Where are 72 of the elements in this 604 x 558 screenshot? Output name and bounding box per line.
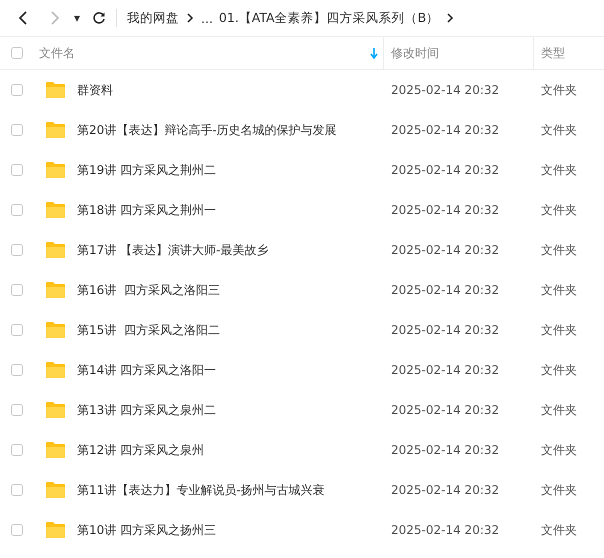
folder-icon — [45, 281, 66, 299]
modified-time: 2025-02-14 20:32 — [390, 363, 500, 377]
folder-icon — [45, 321, 66, 339]
file-type: 文件夹 — [540, 442, 578, 458]
modified-time: 2025-02-14 20:32 — [390, 203, 500, 217]
folder-icon — [45, 481, 66, 499]
column-header[interactable]: 类型 — [541, 44, 604, 62]
file-type: 文件夹 — [540, 242, 578, 258]
row-checkbox[interactable] — [11, 364, 23, 376]
folder-icon — [45, 121, 66, 139]
select-all-checkbox[interactable] — [11, 47, 23, 59]
row-checkbox[interactable] — [11, 324, 23, 336]
modified-time: 2025-02-14 20:32 — [390, 283, 500, 297]
row-checkbox[interactable] — [11, 524, 23, 536]
breadcrumb-item[interactable]: ... — [201, 10, 213, 26]
column-header[interactable]: 修改时间 — [391, 44, 533, 62]
sort-arrow-icon[interactable] — [370, 48, 378, 58]
row-checkbox[interactable] — [11, 284, 23, 296]
row-checkbox[interactable] — [11, 124, 23, 136]
row-checkbox[interactable] — [11, 484, 23, 496]
modified-time: 2025-02-14 20:32 — [390, 163, 500, 177]
modified-time: 2025-02-14 20:32 — [390, 483, 500, 497]
file-type: 文件夹 — [540, 82, 578, 98]
folder-icon — [45, 361, 66, 379]
folder-icon — [45, 201, 66, 219]
file-name[interactable]: 第15讲 四方采风之洛阳二 — [77, 322, 220, 338]
file-name[interactable]: 群资料 — [77, 82, 113, 98]
file-type: 文件夹 — [540, 522, 578, 538]
file-name[interactable]: 第16讲 四方采风之洛阳三 — [77, 282, 220, 298]
file-type: 文件夹 — [540, 322, 578, 338]
modified-time: 2025-02-14 20:32 — [390, 323, 500, 337]
file-name[interactable]: 第19讲 四方采风之荆州二 — [77, 162, 216, 178]
modified-time: 2025-02-14 20:32 — [390, 243, 500, 257]
chevron-icon — [445, 12, 456, 24]
row-checkbox[interactable] — [11, 164, 23, 176]
row-checkbox[interactable] — [11, 244, 23, 256]
column-header[interactable]: 文件名 — [39, 44, 370, 62]
file-type: 文件夹 — [540, 202, 578, 218]
file-name[interactable]: 第10讲 四方采风之扬州三 — [77, 522, 216, 538]
file-name[interactable]: 第20讲【表达】辩论高手-历史名城的保护与发展 — [77, 122, 337, 138]
folder-icon — [45, 441, 66, 459]
file-type: 文件夹 — [540, 122, 578, 138]
file-name[interactable]: 第14讲 四方采风之洛阳一 — [77, 362, 216, 378]
folder-icon — [45, 81, 66, 99]
file-type: 文件夹 — [540, 482, 578, 498]
breadcrumb-item[interactable]: 01.【ATA全素养】四方采风系列（B） — [218, 10, 440, 26]
chevron-icon — [185, 12, 195, 24]
file-name[interactable]: 第12讲 四方采风之泉州 — [77, 442, 204, 458]
breadcrumb-item[interactable]: 我的网盘 — [127, 10, 179, 26]
file-type: 文件夹 — [540, 362, 578, 378]
row-checkbox[interactable] — [11, 444, 23, 456]
row-checkbox[interactable] — [11, 204, 23, 216]
folder-icon — [45, 401, 66, 419]
modified-time: 2025-02-14 20:32 — [390, 83, 500, 97]
file-type: 文件夹 — [540, 282, 578, 298]
file-name[interactable]: 第13讲 四方采风之泉州二 — [77, 402, 216, 418]
folder-icon — [45, 521, 66, 539]
refresh-icon[interactable] — [92, 11, 106, 25]
folder-icon — [45, 161, 66, 179]
file-name[interactable]: 第18讲 四方采风之荆州一 — [77, 202, 216, 218]
file-type: 文件夹 — [540, 162, 578, 178]
file-name[interactable]: 第17讲 【表达】演讲大师-最美故乡 — [77, 242, 268, 258]
modified-time: 2025-02-14 20:32 — [390, 403, 500, 417]
modified-time: 2025-02-14 20:32 — [390, 523, 500, 537]
modified-time: 2025-02-14 20:32 — [390, 443, 500, 457]
modified-time: 2025-02-14 20:32 — [390, 123, 500, 137]
row-checkbox[interactable] — [11, 404, 23, 416]
history-dropdown[interactable]: ▾ — [70, 8, 84, 28]
folder-icon — [45, 241, 66, 259]
row-checkbox[interactable] — [11, 84, 23, 96]
file-name[interactable]: 第11讲【表达力】专业解说员-扬州与古城兴衰 — [77, 482, 325, 498]
file-type: 文件夹 — [540, 402, 578, 418]
